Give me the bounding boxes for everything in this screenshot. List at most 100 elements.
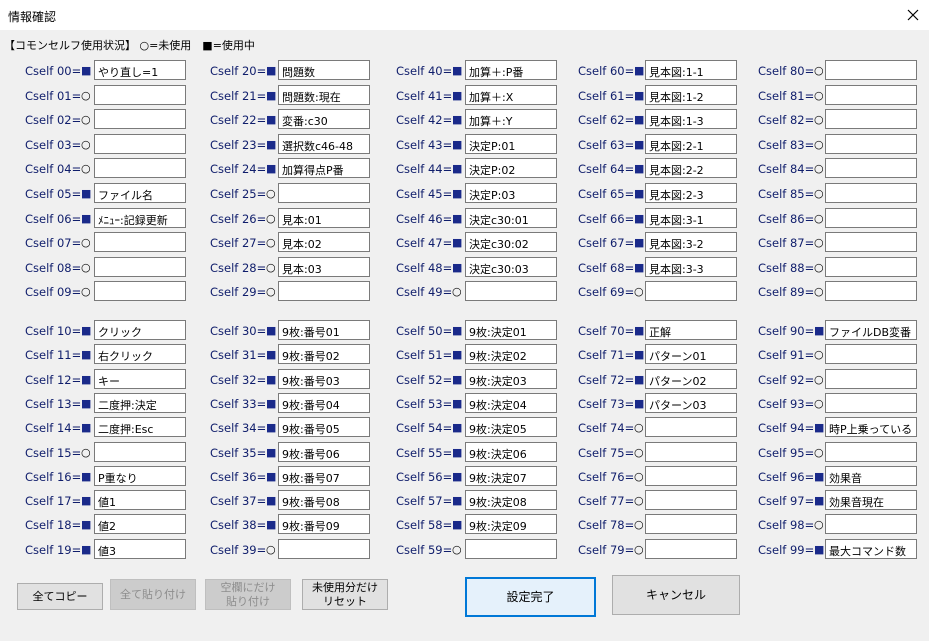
cself-field[interactable] xyxy=(825,158,917,179)
cself-field[interactable]: 9枚:決定09 xyxy=(465,514,557,535)
cself-field[interactable]: ﾒﾆｭｰ:記録更新 xyxy=(94,207,186,228)
close-button[interactable] xyxy=(898,2,928,28)
cself-field[interactable]: 9枚:決定01 xyxy=(465,320,557,340)
cself-field[interactable]: 値3 xyxy=(94,538,186,559)
cself-field[interactable] xyxy=(645,514,737,535)
cself-field[interactable] xyxy=(278,538,370,559)
cself-field[interactable] xyxy=(94,158,186,179)
cself-field[interactable] xyxy=(825,60,917,80)
cself-field[interactable]: パターン01 xyxy=(645,344,737,365)
cself-field[interactable] xyxy=(825,441,917,462)
cself-field[interactable]: 見本図:3-1 xyxy=(645,207,737,228)
cself-field[interactable]: 値1 xyxy=(94,490,186,511)
cself-field[interactable] xyxy=(825,392,917,413)
cself-field[interactable]: 選択数c46-48 xyxy=(278,133,370,154)
cself-field[interactable]: 問題数:現在 xyxy=(278,84,370,105)
cself-field[interactable]: 9枚:決定02 xyxy=(465,344,557,365)
cself-field[interactable]: キー xyxy=(94,368,186,389)
cself-field[interactable] xyxy=(94,84,186,105)
cself-field[interactable] xyxy=(278,281,370,302)
cself-field[interactable] xyxy=(645,417,737,438)
cself-field[interactable]: 二度押:Esc xyxy=(94,417,186,438)
cancel-button[interactable]: キャンセル xyxy=(612,575,740,615)
cself-field[interactable] xyxy=(825,344,917,365)
cself-field[interactable]: P重なり xyxy=(94,465,186,486)
cself-field[interactable]: 見本:02 xyxy=(278,232,370,253)
cself-field[interactable]: 決定P:01 xyxy=(465,133,557,154)
cself-field[interactable]: 見本図:1-3 xyxy=(645,109,737,130)
paste-all-button[interactable]: 全て貼り付け xyxy=(110,579,196,610)
cself-field[interactable]: 二度押:決定 xyxy=(94,392,186,413)
cself-field[interactable] xyxy=(825,232,917,253)
cself-field[interactable]: 9枚:決定08 xyxy=(465,490,557,511)
cself-field[interactable] xyxy=(94,256,186,277)
cself-field[interactable] xyxy=(825,368,917,389)
cself-field[interactable]: 加算＋:Y xyxy=(465,109,557,130)
cself-field[interactable] xyxy=(645,441,737,462)
cself-field[interactable] xyxy=(94,232,186,253)
cself-field[interactable]: ファイル名 xyxy=(94,183,186,203)
cself-field[interactable] xyxy=(825,514,917,535)
cself-field[interactable] xyxy=(645,538,737,559)
cself-field[interactable]: 9枚:番号07 xyxy=(278,465,370,486)
cself-field[interactable]: 見本図:2-3 xyxy=(645,183,737,203)
cself-field[interactable]: やり直し=1 xyxy=(94,60,186,80)
reset-unused-button[interactable]: 未使用分だけ リセット xyxy=(302,579,388,610)
cself-field[interactable]: 決定P:02 xyxy=(465,158,557,179)
cself-field[interactable]: 見本図:2-1 xyxy=(645,133,737,154)
cself-field[interactable]: 値2 xyxy=(94,514,186,535)
cself-field[interactable]: 決定c30:02 xyxy=(465,232,557,253)
cself-field[interactable]: 最大コマンド数 xyxy=(825,538,917,559)
cself-field[interactable]: 9枚:決定03 xyxy=(465,368,557,389)
cself-field[interactable]: 見本:01 xyxy=(278,207,370,228)
cself-field[interactable] xyxy=(825,133,917,154)
cself-field[interactable]: 右クリック xyxy=(94,344,186,365)
cself-field[interactable] xyxy=(825,84,917,105)
cself-field[interactable]: 加算＋:P番 xyxy=(465,60,557,80)
cself-field[interactable]: 見本図:3-2 xyxy=(645,232,737,253)
cself-field[interactable] xyxy=(645,465,737,486)
cself-field[interactable]: 9枚:番号06 xyxy=(278,441,370,462)
cself-field[interactable]: 9枚:決定07 xyxy=(465,465,557,486)
cself-field[interactable]: ファイルDB変番 xyxy=(825,320,917,340)
cself-field[interactable]: 時P上乗っている xyxy=(825,417,917,438)
cself-field[interactable]: 見本図:1-2 xyxy=(645,84,737,105)
cself-field[interactable]: 9枚:番号04 xyxy=(278,392,370,413)
cself-field[interactable]: 見本図:3-3 xyxy=(645,256,737,277)
cself-field[interactable]: パターン02 xyxy=(645,368,737,389)
cself-field[interactable]: 決定c30:01 xyxy=(465,207,557,228)
cself-field[interactable] xyxy=(94,109,186,130)
cself-field[interactable] xyxy=(94,281,186,302)
cself-field[interactable]: 9枚:決定05 xyxy=(465,417,557,438)
cself-field[interactable]: 効果音 xyxy=(825,465,917,486)
cself-field[interactable]: 問題数 xyxy=(278,60,370,80)
cself-field[interactable] xyxy=(465,281,557,302)
cself-field[interactable]: 9枚:番号05 xyxy=(278,417,370,438)
cself-field[interactable] xyxy=(278,183,370,203)
cself-field[interactable]: 9枚:番号09 xyxy=(278,514,370,535)
cself-field[interactable]: パターン03 xyxy=(645,392,737,413)
cself-field[interactable]: 正解 xyxy=(645,320,737,340)
cself-field[interactable]: 加算＋:X xyxy=(465,84,557,105)
cself-field[interactable]: 見本図:1-1 xyxy=(645,60,737,80)
cself-field[interactable] xyxy=(94,133,186,154)
cself-field[interactable]: 9枚:番号03 xyxy=(278,368,370,389)
cself-field[interactable]: 9枚:番号02 xyxy=(278,344,370,365)
cself-field[interactable]: 9枚:番号01 xyxy=(278,320,370,340)
cself-field[interactable] xyxy=(825,207,917,228)
cself-field[interactable] xyxy=(645,281,737,302)
cself-field[interactable]: 見本図:2-2 xyxy=(645,158,737,179)
cself-field[interactable] xyxy=(825,183,917,203)
cself-field[interactable] xyxy=(645,490,737,511)
cself-field[interactable] xyxy=(825,109,917,130)
cself-field[interactable]: 9枚:番号08 xyxy=(278,490,370,511)
copy-all-button[interactable]: 全てコピー xyxy=(17,583,103,610)
cself-field[interactable]: 加算得点P番 xyxy=(278,158,370,179)
cself-field[interactable] xyxy=(94,441,186,462)
cself-field[interactable] xyxy=(825,281,917,302)
cself-field[interactable]: 決定c30:03 xyxy=(465,256,557,277)
cself-field[interactable]: 9枚:決定04 xyxy=(465,392,557,413)
cself-field[interactable]: 9枚:決定06 xyxy=(465,441,557,462)
cself-field[interactable] xyxy=(465,538,557,559)
cself-field[interactable]: クリック xyxy=(94,320,186,340)
